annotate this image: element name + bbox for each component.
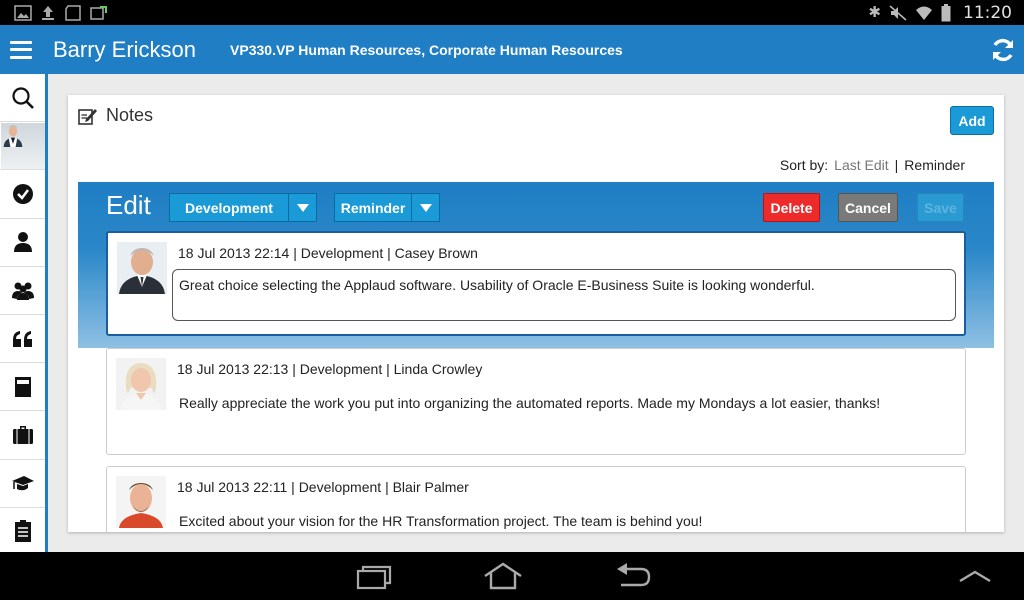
menu-icon[interactable] [10, 40, 32, 59]
sidebar-item-checklist[interactable] [0, 508, 45, 556]
bluetooth-icon: ✱ [868, 4, 881, 21]
notes-panel: Notes Add Sort by: Last Edit | Reminder … [68, 95, 1004, 532]
save-button[interactable]: Save [917, 193, 964, 222]
document-icon [14, 376, 31, 397]
page-title: Notes [106, 105, 154, 125]
home-icon[interactable] [483, 562, 523, 590]
gallery-icon [14, 4, 32, 21]
battery-icon [941, 3, 951, 21]
graduation-cap-icon [11, 476, 34, 491]
sidebar-item-notes[interactable] [0, 363, 45, 412]
avatar [0, 122, 45, 169]
person-icon [13, 232, 32, 253]
sidebar [0, 74, 48, 556]
sort-option-reminder[interactable]: Reminder [904, 157, 965, 173]
chevron-down-icon [411, 194, 439, 221]
group-icon [11, 282, 34, 301]
sort-controls: Sort by: Last Edit | Reminder [780, 157, 965, 173]
wifi-icon [916, 6, 932, 20]
reminder-dropdown[interactable]: Reminder [334, 193, 440, 222]
sort-option-last-edit[interactable]: Last Edit [834, 157, 888, 173]
briefcase-icon [12, 425, 33, 444]
status-clock: 11:20 [963, 2, 1012, 23]
sort-label: Sort by: [779, 157, 829, 173]
check-circle-icon [12, 183, 33, 204]
system-nav-bar [0, 552, 1024, 600]
sd-card-icon [65, 4, 81, 21]
note-text-field[interactable]: Great choice selecting the Applaud softw… [172, 269, 956, 321]
avatar [116, 476, 166, 528]
delete-button[interactable]: Delete [763, 193, 820, 222]
app-header: Barry Erickson VP330.VP Human Resources,… [0, 25, 1024, 74]
note-meta: 18 Jul 2013 22:11 | Development | Blair … [177, 479, 469, 495]
sync-status-icon [90, 5, 107, 20]
upload-icon [42, 5, 54, 20]
add-note-button[interactable]: Add [950, 106, 994, 135]
clipboard-list-icon [14, 520, 31, 543]
edit-note-icon [78, 108, 97, 125]
avatar [117, 242, 167, 294]
note-meta: 18 Jul 2013 22:14 | Development | Casey … [178, 245, 478, 261]
category-dropdown-label: Development [185, 199, 273, 216]
sidebar-item-learning[interactable] [0, 460, 45, 508]
chevron-down-icon [288, 194, 316, 221]
sidebar-item-profile[interactable] [0, 122, 45, 171]
note-meta: 18 Jul 2013 22:13 | Development | Linda … [177, 361, 483, 377]
reminder-dropdown-label: Reminder [340, 199, 406, 216]
category-dropdown[interactable]: Development [169, 193, 317, 222]
note-item[interactable]: 18 Jul 2013 22:13 | Development | Linda … [106, 348, 966, 455]
search-icon [11, 86, 34, 109]
chevron-up-icon[interactable] [958, 569, 992, 583]
sort-separator: | [894, 157, 899, 173]
back-icon[interactable] [615, 563, 651, 589]
avatar [116, 358, 166, 410]
refresh-icon[interactable] [990, 37, 1016, 63]
sidebar-item-career[interactable] [0, 411, 45, 460]
user-job-title: VP330.VP Human Resources, Corporate Huma… [230, 41, 623, 58]
sidebar-item-search[interactable] [0, 74, 45, 123]
panel-header: Notes [78, 105, 153, 126]
quote-icon [12, 330, 32, 347]
sidebar-item-team[interactable] [0, 267, 45, 315]
sidebar-item-person[interactable] [0, 219, 45, 267]
sidebar-item-tasks[interactable] [0, 170, 45, 219]
note-text: Excited about your vision for the HR Tra… [179, 513, 703, 529]
note-text: Really appreciate the work you put into … [179, 395, 881, 411]
sidebar-item-feedback[interactable] [0, 315, 45, 364]
status-bar: ✱ 11:20 [0, 0, 1024, 25]
note-item[interactable]: 18 Jul 2013 22:11 | Development | Blair … [106, 466, 966, 532]
recent-apps-icon[interactable] [356, 564, 392, 590]
edit-title: Edit [106, 190, 151, 220]
user-name: Barry Erickson [53, 36, 197, 62]
mute-icon [889, 4, 907, 21]
cancel-button[interactable]: Cancel [838, 193, 898, 222]
note-item[interactable]: 18 Jul 2013 22:14 | Development | Casey … [106, 231, 966, 336]
